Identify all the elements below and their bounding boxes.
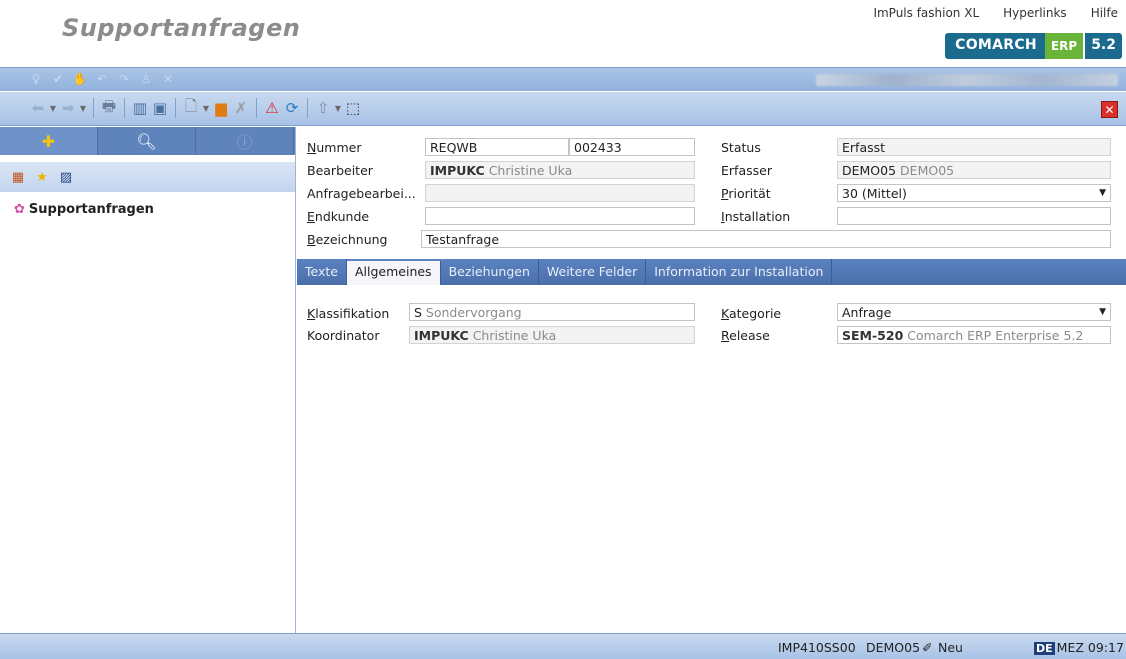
arrow-left-icon[interactable]: ⬅ xyxy=(28,98,48,118)
top-links: ImPuls fashion XL Hyperlinks Hilfe xyxy=(873,6,1118,20)
info-icon: ⓘ xyxy=(236,133,253,152)
erfasser-label: Erfasser xyxy=(721,163,772,178)
nummer-field[interactable]: 002433 xyxy=(569,138,695,156)
tab-information-installation[interactable]: Information zur Installation xyxy=(646,259,833,285)
status-system: IMP410SS00 xyxy=(778,640,856,655)
endkunde-label: Endkunde xyxy=(307,209,370,224)
blurred-info xyxy=(816,74,1118,86)
left-panel-tabs: ✚ 🔍︎ ⓘ xyxy=(0,127,295,155)
installation-field[interactable] xyxy=(837,207,1111,225)
status-label: Status xyxy=(721,140,761,155)
release-label: Release xyxy=(721,328,770,343)
save-icon[interactable]: ▆ xyxy=(211,98,231,118)
erfasser-field: DEMO05 DEMO05 xyxy=(837,161,1111,179)
prioritaet-label: Priorität xyxy=(721,186,771,201)
main-toolbar: ⬅ ▼ ➡ ▼ 🖶 ▥ ▣ 🗋 ▼ ▆ ✗ ⚠ ⟳ ⇧ ▼ ⬚ ✕ xyxy=(0,92,1126,126)
new-document-icon[interactable]: 🗋 xyxy=(181,97,201,118)
left-panel: ✚ 🔍︎ ⓘ ▦ ★ ▨ ✿ Supportanfragen xyxy=(0,127,296,633)
check-icon[interactable]: ✔ xyxy=(50,72,66,88)
cancel-icon[interactable]: ✕ xyxy=(160,72,176,88)
app-header: Supportanfragen ImPuls fashion XL Hyperl… xyxy=(0,0,1126,66)
link-hilfe[interactable]: Hilfe xyxy=(1091,6,1118,20)
tab-texte[interactable]: Texte xyxy=(297,259,347,285)
navigation-tab[interactable]: ✚ xyxy=(0,127,98,155)
search-icon: 🔍︎ xyxy=(136,131,157,151)
installation-label: Installation xyxy=(721,209,791,224)
chevron-down-icon[interactable]: ▼ xyxy=(1099,188,1106,198)
bezeichnung-field[interactable]: Testanfrage xyxy=(421,230,1111,248)
klassifikation-field[interactable]: S Sondervorgang xyxy=(409,303,695,321)
tab-allgemeines[interactable]: Allgemeines xyxy=(346,261,441,285)
validate-icon[interactable]: ⚠ xyxy=(262,98,282,118)
close-icon[interactable]: ✕ xyxy=(1101,101,1118,118)
chevron-down-icon[interactable]: ▼ xyxy=(48,104,58,113)
endkunde-field[interactable] xyxy=(425,207,695,225)
bezeichnung-label: Bezeichnung xyxy=(307,232,388,247)
detail-tabs: Texte Allgemeines Beziehungen Weitere Fe… xyxy=(297,259,1126,285)
anfragebearbeiter-label: Anfragebearbei... xyxy=(307,186,416,201)
window-icon[interactable]: ▣ xyxy=(150,98,170,118)
quick-toolbar: ♀ ✔ ✋ ↶ ↷ ♙ ✕ xyxy=(0,67,1126,91)
lightbulb-icon[interactable]: ♀ xyxy=(28,72,44,88)
image-icon[interactable]: ▨ xyxy=(58,169,74,185)
brand-version: 5.2 xyxy=(1085,33,1122,59)
bearbeiter-label: Bearbeiter xyxy=(307,163,373,178)
page-title: Supportanfragen xyxy=(62,14,301,42)
nummer-prefix-field[interactable]: REQWB xyxy=(425,138,569,156)
action-icon[interactable]: ⇧ xyxy=(313,98,333,118)
info-tab[interactable]: ⓘ xyxy=(196,127,294,155)
status-mode: Neu xyxy=(938,640,963,655)
status-field: Erfasst xyxy=(837,138,1111,156)
status-user: DEMO05 xyxy=(866,640,921,655)
forward-icon[interactable]: ↷ xyxy=(116,72,132,88)
tree-item-supportanfragen[interactable]: ✿ Supportanfragen xyxy=(14,202,295,217)
support-icon: ✿ xyxy=(14,202,25,217)
tab-weitere-felder[interactable]: Weitere Felder xyxy=(539,259,647,285)
select-icon[interactable]: ⬚ xyxy=(343,98,363,118)
search-tab[interactable]: 🔍︎ xyxy=(98,127,196,155)
release-field[interactable]: SEM-520 Comarch ERP Enterprise 5.2 xyxy=(837,326,1111,344)
koordinator-label: Koordinator xyxy=(307,328,380,343)
brand-erp: ERP xyxy=(1044,33,1084,59)
status-locale: DE MEZ 09:17 xyxy=(1034,640,1124,655)
prioritaet-select[interactable]: 30 (Mittel) ▼ xyxy=(837,184,1111,202)
brand-logo: COMARCH ERP 5.2 xyxy=(945,33,1122,59)
hand-icon[interactable]: ✋ xyxy=(72,72,88,88)
chevron-down-icon[interactable]: ▼ xyxy=(78,104,88,113)
status-bar: IMP410SS00 DEMO05 ✐ Neu DE MEZ 09:17 xyxy=(0,633,1126,659)
chevron-down-icon[interactable]: ▼ xyxy=(201,104,211,113)
tab-beziehungen[interactable]: Beziehungen xyxy=(441,259,539,285)
nummer-label: Nummer xyxy=(307,140,362,155)
link-hyperlinks[interactable]: Hyperlinks xyxy=(1003,6,1067,20)
navigation-icon: ✚ xyxy=(41,131,56,151)
delete-icon[interactable]: ✗ xyxy=(231,98,251,118)
tree-icon[interactable]: ▦ xyxy=(10,169,26,185)
edit-icon: ✐ xyxy=(922,640,933,655)
panel-icon[interactable]: ▥ xyxy=(130,98,150,118)
user-icon[interactable]: ♙ xyxy=(138,72,154,88)
koordinator-field: IMPUKC Christine Uka xyxy=(409,326,695,344)
language-badge[interactable]: DE xyxy=(1034,642,1055,655)
back-icon[interactable]: ↶ xyxy=(94,72,110,88)
chevron-down-icon[interactable]: ▼ xyxy=(1099,307,1106,317)
kategorie-label: Kategorie xyxy=(721,306,782,321)
tree-item-label: Supportanfragen xyxy=(28,202,154,217)
status-time: MEZ 09:17 xyxy=(1056,640,1124,655)
arrow-right-icon[interactable]: ➡ xyxy=(58,98,78,118)
link-impuls[interactable]: ImPuls fashion XL xyxy=(873,6,979,20)
refresh-icon[interactable]: ⟳ xyxy=(282,98,302,118)
form-area: Nummer REQWB 002433 Status Erfasst Bearb… xyxy=(297,127,1126,633)
brand-name: COMARCH xyxy=(945,33,1045,59)
kategorie-select[interactable]: Anfrage ▼ xyxy=(837,303,1111,321)
anfragebearbeiter-field xyxy=(425,184,695,202)
chevron-down-icon[interactable]: ▼ xyxy=(333,104,343,113)
bearbeiter-field: IMPUKC Christine Uka xyxy=(425,161,695,179)
left-panel-tools: ▦ ★ ▨ xyxy=(0,162,295,192)
print-icon[interactable]: 🖶 xyxy=(99,97,119,118)
klassifikation-label: Klassifikation xyxy=(307,306,390,321)
star-icon[interactable]: ★ xyxy=(34,169,50,185)
